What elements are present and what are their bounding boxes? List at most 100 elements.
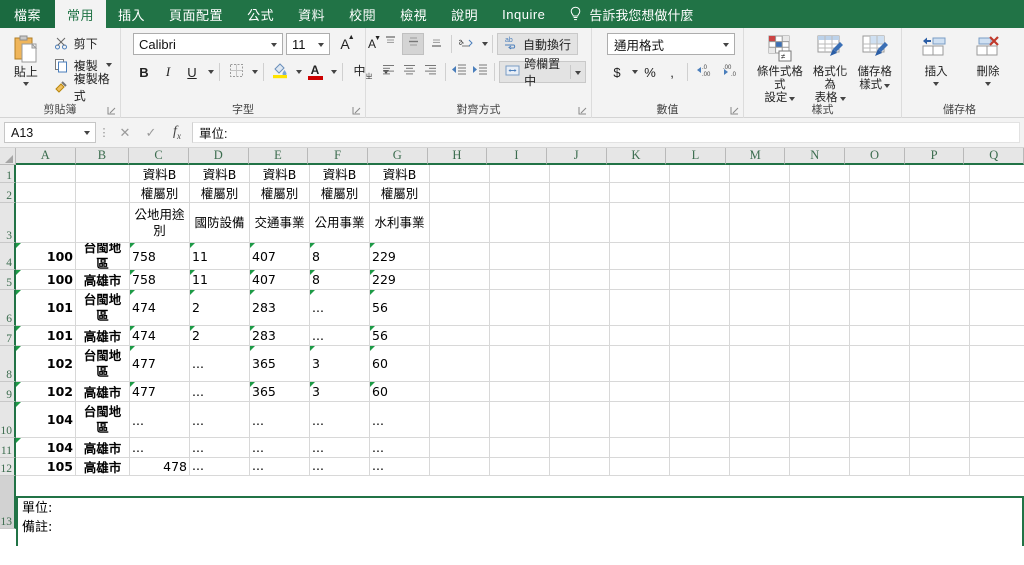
cell-h6[interactable] [430, 290, 490, 326]
comma-format-button[interactable]: , [662, 61, 682, 83]
cell-o11[interactable] [850, 438, 910, 458]
chevron-down-icon[interactable] [884, 83, 891, 88]
cell-i2[interactable] [490, 183, 550, 203]
chevron-down-icon[interactable] [22, 82, 29, 86]
cell-m1[interactable] [730, 165, 790, 183]
cell-f9[interactable]: 3 [310, 382, 370, 402]
cell-l1[interactable] [670, 165, 730, 183]
cell-q7[interactable] [970, 326, 1024, 346]
tab-data[interactable]: 資料 [286, 0, 337, 28]
cell-n7[interactable] [790, 326, 850, 346]
formula-bar-grip[interactable]: ⋮ [96, 126, 112, 139]
cell-d5[interactable]: 11 [190, 270, 250, 290]
cell-styles-button[interactable]: 儲存格 樣式 [853, 33, 896, 92]
cell-e8[interactable]: 365 [250, 346, 310, 382]
cell-j9[interactable] [550, 382, 610, 402]
cell-l5[interactable] [670, 270, 730, 290]
cell-a8[interactable]: 102 [16, 346, 76, 382]
cell-p2[interactable] [910, 183, 970, 203]
cell-f6[interactable]: ... [310, 290, 370, 326]
font-name-combo[interactable]: Calibri [133, 33, 283, 55]
cell-a11[interactable]: 104 [16, 438, 76, 458]
confirm-button[interactable]: ✓ [138, 122, 164, 144]
cell-f1[interactable]: 資料B [310, 165, 370, 183]
cell-a12[interactable]: 105 [16, 458, 76, 476]
column-header-l[interactable]: L [666, 148, 726, 165]
cell-l12[interactable] [670, 458, 730, 476]
cell-d11[interactable]: ... [190, 438, 250, 458]
chevron-down-icon[interactable] [723, 37, 732, 51]
cell-e9[interactable]: 365 [250, 382, 310, 402]
column-header-a[interactable]: A [15, 148, 76, 165]
cell-p1[interactable] [910, 165, 970, 183]
cell-j5[interactable] [550, 270, 610, 290]
cell-m8[interactable] [730, 346, 790, 382]
chevron-down-icon[interactable] [208, 70, 214, 74]
cell-p11[interactable] [910, 438, 970, 458]
decrease-indent-button[interactable] [449, 61, 469, 83]
cell-i6[interactable] [490, 290, 550, 326]
cell-b5[interactable]: 高雄市 [76, 270, 130, 290]
cell-d10[interactable]: ... [190, 402, 250, 438]
chevron-down-icon[interactable] [985, 82, 991, 86]
font-size-combo[interactable]: 11 [286, 33, 330, 55]
cell-g4[interactable]: 229 [370, 243, 430, 270]
cell-d2[interactable]: 權屬別 [190, 183, 250, 203]
number-dialog-launcher[interactable] [730, 106, 739, 115]
cell-g6[interactable]: 56 [370, 290, 430, 326]
tell-me-box[interactable]: 告訴我您想做什麼 [557, 0, 705, 28]
cell-c8[interactable]: 477 [130, 346, 190, 382]
column-header-b[interactable]: B [75, 148, 130, 165]
cell-i8[interactable] [490, 346, 550, 382]
align-left-button[interactable] [379, 61, 399, 83]
cell-n8[interactable] [790, 346, 850, 382]
chevron-down-icon[interactable] [331, 70, 337, 74]
row-header-1[interactable]: 1 [0, 165, 16, 183]
cell-m5[interactable] [730, 270, 790, 290]
cell-m6[interactable] [730, 290, 790, 326]
cell-d4[interactable]: 11 [190, 243, 250, 270]
cell-f12[interactable]: ... [310, 458, 370, 476]
cell-g5[interactable]: 229 [370, 270, 430, 290]
chevron-down-icon[interactable] [632, 70, 638, 74]
chevron-down-icon[interactable] [933, 82, 939, 86]
insert-cells-button[interactable]: 插入 [913, 33, 959, 86]
cell-a6[interactable]: 101 [16, 290, 76, 326]
cell-o10[interactable] [850, 402, 910, 438]
column-header-q[interactable]: Q [964, 148, 1024, 165]
column-header-n[interactable]: N [785, 148, 846, 165]
cell-c4[interactable]: 758 [130, 243, 190, 270]
cell-p9[interactable] [910, 382, 970, 402]
cell-n2[interactable] [790, 183, 850, 203]
tab-file[interactable]: 檔案 [0, 0, 56, 28]
cell-o7[interactable] [850, 326, 910, 346]
cell-k8[interactable] [610, 346, 670, 382]
cell-l11[interactable] [670, 438, 730, 458]
cell-j4[interactable] [550, 243, 610, 270]
cell-h11[interactable] [430, 438, 490, 458]
cell-c1[interactable]: 資料B [130, 165, 190, 183]
cell-g3[interactable]: 水利事業 [370, 203, 430, 243]
cell-k1[interactable] [610, 165, 670, 183]
chevron-down-icon[interactable] [839, 96, 846, 101]
cell-n9[interactable] [790, 382, 850, 402]
row-header-10[interactable]: 10 [0, 402, 16, 438]
chevron-down-icon[interactable] [268, 37, 280, 52]
chevron-down-icon[interactable] [105, 63, 112, 67]
cell-d9[interactable]: ... [190, 382, 250, 402]
column-header-h[interactable]: H [427, 148, 488, 165]
cell-g10[interactable]: ... [370, 402, 430, 438]
cell-c3[interactable]: 公地用途別 [130, 203, 190, 243]
cell-e3[interactable]: 交通事業 [250, 203, 310, 243]
cell-b10[interactable]: 台閩地區 [76, 402, 130, 438]
cell-m2[interactable] [730, 183, 790, 203]
cell-d8[interactable]: ... [190, 346, 250, 382]
cell-p5[interactable] [910, 270, 970, 290]
cell-f7[interactable]: ... [310, 326, 370, 346]
row-header-6[interactable]: 6 [0, 290, 16, 326]
cell-h3[interactable] [430, 203, 490, 243]
cell-l8[interactable] [670, 346, 730, 382]
cell-p7[interactable] [910, 326, 970, 346]
cell-f4[interactable]: 8 [310, 243, 370, 270]
insert-function-button[interactable]: fx [164, 122, 190, 144]
